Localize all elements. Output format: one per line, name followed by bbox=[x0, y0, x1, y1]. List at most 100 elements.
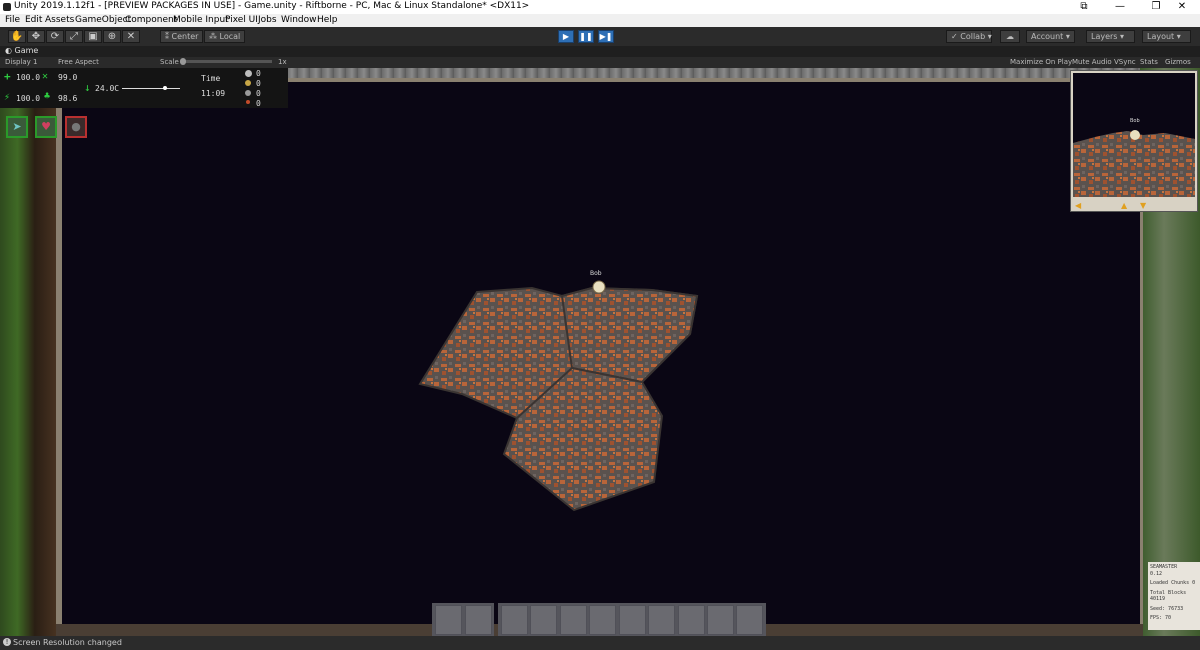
floating-asteroid bbox=[418, 286, 699, 512]
chevron-down-icon: ▾ bbox=[1065, 32, 1070, 41]
hunger-value: 99.0 bbox=[58, 73, 78, 82]
scale-slider-thumb[interactable] bbox=[180, 58, 186, 65]
chevron-down-icon: ▾ bbox=[987, 32, 992, 41]
minimize-button[interactable]: — bbox=[1102, 0, 1138, 14]
gold-resource-icon bbox=[245, 80, 251, 86]
debug-info-panel: SEAMASTER 0.12 Loaded Chunks 0 Total Blo… bbox=[1148, 562, 1200, 630]
iron-resource-icon bbox=[245, 90, 251, 96]
hotbar-slot[interactable] bbox=[589, 605, 616, 635]
hotbar-slot[interactable] bbox=[736, 605, 763, 635]
hotbar-slot[interactable] bbox=[501, 605, 528, 635]
debug-line: FPS: 70 bbox=[1150, 615, 1172, 621]
hotbar-slot[interactable] bbox=[435, 605, 462, 635]
game-view-toolbar: Display 1 Free Aspect Scale 1x Maximize … bbox=[0, 57, 1200, 68]
player-hud: + 100.0 ✕ 99.0 ⚡ 100.0 ♣ 98.6 ↓ 24.0C Ti… bbox=[0, 68, 288, 108]
window-title: Unity 2019.1.12f1 - [PREVIEW PACKAGES IN… bbox=[14, 1, 530, 11]
stone-resource-icon bbox=[245, 70, 252, 77]
minimap-zoom-out-icon[interactable]: ▼ bbox=[1140, 201, 1146, 210]
close-button[interactable]: ✕ bbox=[1164, 0, 1200, 14]
menu-bar: File Edit Assets GameObject Component Mo… bbox=[0, 14, 1200, 27]
hand-tool-icon[interactable]: ✋ bbox=[8, 30, 26, 43]
time-label: Time bbox=[201, 74, 221, 83]
game-tab-header: ◐ Game bbox=[0, 46, 1200, 57]
collab-dropdown[interactable]: ✓ Collab ▾ bbox=[946, 30, 992, 43]
maximize-on-play-toggle[interactable]: Maximize On Play bbox=[1010, 58, 1072, 66]
menu-file[interactable]: File bbox=[5, 15, 20, 25]
scale-tool-icon[interactable]: ⤢ bbox=[65, 30, 83, 43]
hotbar-slot[interactable] bbox=[560, 605, 587, 635]
menu-component[interactable]: Component bbox=[125, 15, 177, 25]
hotbar-slot[interactable] bbox=[465, 605, 492, 635]
custom-tool-icon[interactable]: ✕ bbox=[122, 30, 140, 43]
stats-toggle[interactable]: Stats bbox=[1140, 58, 1158, 66]
tab-game[interactable]: ◐ Game bbox=[5, 46, 38, 55]
hotbar-slot[interactable] bbox=[530, 605, 557, 635]
step-button[interactable]: ▶❚ bbox=[598, 30, 614, 43]
hotbar-slot[interactable] bbox=[678, 605, 705, 635]
editor-status-bar: ! Screen Resolution changed bbox=[0, 636, 1200, 650]
debug-line: 40119 bbox=[1150, 596, 1166, 602]
layers-label: Layers bbox=[1091, 32, 1118, 41]
hotbar-slot[interactable] bbox=[707, 605, 734, 635]
scale-slider[interactable] bbox=[180, 60, 272, 63]
copper-resource-count: 0 bbox=[256, 99, 261, 108]
health-value: 100.0 bbox=[16, 73, 41, 82]
menu-gameobject[interactable]: GameObject bbox=[75, 15, 131, 25]
play-button[interactable]: ▶ bbox=[558, 30, 574, 43]
hunger-icon: ✕ bbox=[42, 71, 49, 82]
gizmos-dropdown[interactable]: Gizmos bbox=[1165, 58, 1191, 66]
pause-button[interactable]: ❚❚ bbox=[578, 30, 594, 43]
layers-dropdown[interactable]: Layers ▾ bbox=[1086, 30, 1135, 43]
menu-help[interactable]: Help bbox=[317, 15, 338, 25]
layout-dropdown[interactable]: Layout ▾ bbox=[1142, 30, 1191, 43]
minimap-zoom-in-icon[interactable]: ▲ bbox=[1121, 201, 1127, 210]
debug-line: Loaded Chunks 0 bbox=[1150, 580, 1196, 586]
shield-debuff-icon: ● bbox=[65, 116, 87, 138]
chevron-down-icon: ▾ bbox=[1176, 32, 1181, 41]
menu-mobile-input[interactable]: Mobile Input bbox=[173, 15, 229, 25]
space-label: Local bbox=[219, 32, 241, 41]
rotate-tool-icon[interactable]: ⟳ bbox=[46, 30, 64, 43]
stone-resource-count: 0 bbox=[256, 69, 261, 78]
iron-resource-count: 0 bbox=[256, 89, 261, 98]
restore-window-icon[interactable]: ⧉ bbox=[1066, 0, 1102, 14]
move-tool-icon[interactable]: ✥ bbox=[27, 30, 45, 43]
menu-assets[interactable]: Assets bbox=[45, 15, 74, 25]
temperature-slider-thumb bbox=[163, 86, 167, 90]
hotbar-slot[interactable] bbox=[648, 605, 675, 635]
aspect-dropdown[interactable]: Free Aspect bbox=[58, 58, 99, 66]
temperature-slider bbox=[122, 88, 180, 89]
local-icon: ⁂ bbox=[209, 32, 217, 41]
menu-pixel-ui[interactable]: Pixel UI bbox=[225, 15, 258, 25]
space-area: Bob bbox=[62, 82, 1140, 624]
minimap-left-arrow-icon[interactable]: ◀ bbox=[1075, 201, 1081, 210]
menu-jobs[interactable]: Jobs bbox=[258, 15, 277, 25]
info-icon: ! bbox=[3, 638, 11, 646]
player-sprite bbox=[592, 280, 606, 294]
minimap-panel[interactable]: Bob ◀ ▲ ▼ bbox=[1070, 70, 1198, 212]
account-dropdown[interactable]: Account ▾ bbox=[1026, 30, 1075, 43]
rect-tool-icon[interactable]: ▣ bbox=[84, 30, 102, 43]
temperature-value: 24.0C bbox=[95, 84, 120, 93]
minimap-view: Bob bbox=[1073, 73, 1195, 197]
vsync-toggle[interactable]: VSync bbox=[1114, 58, 1136, 66]
menu-window[interactable]: Window bbox=[281, 15, 317, 25]
pivot-local-toggle[interactable]: ⁂ Local bbox=[204, 30, 246, 43]
minimap-svg bbox=[1073, 130, 1195, 197]
pivot-center-toggle[interactable]: ⁑ Center bbox=[160, 30, 204, 43]
cloud-button[interactable]: ☁ bbox=[1000, 30, 1020, 43]
game-tab-icon: ◐ bbox=[5, 46, 12, 55]
scale-label: Scale bbox=[160, 58, 179, 66]
minimap-player-marker bbox=[1130, 130, 1140, 140]
status-message[interactable]: Screen Resolution changed bbox=[13, 638, 122, 647]
menu-edit[interactable]: Edit bbox=[25, 15, 42, 25]
transform-tool-icon[interactable]: ⊕ bbox=[103, 30, 121, 43]
hotbar-slot[interactable] bbox=[619, 605, 646, 635]
mute-audio-toggle[interactable]: Mute Audio bbox=[1072, 58, 1112, 66]
copper-resource-icon bbox=[246, 100, 250, 104]
oxygen-icon: ♣ bbox=[44, 91, 51, 102]
player-name-label: Bob bbox=[590, 270, 602, 277]
gold-resource-count: 0 bbox=[256, 79, 261, 88]
display-dropdown[interactable]: Display 1 bbox=[5, 58, 37, 66]
game-viewport[interactable]: Bob bbox=[0, 68, 1200, 636]
